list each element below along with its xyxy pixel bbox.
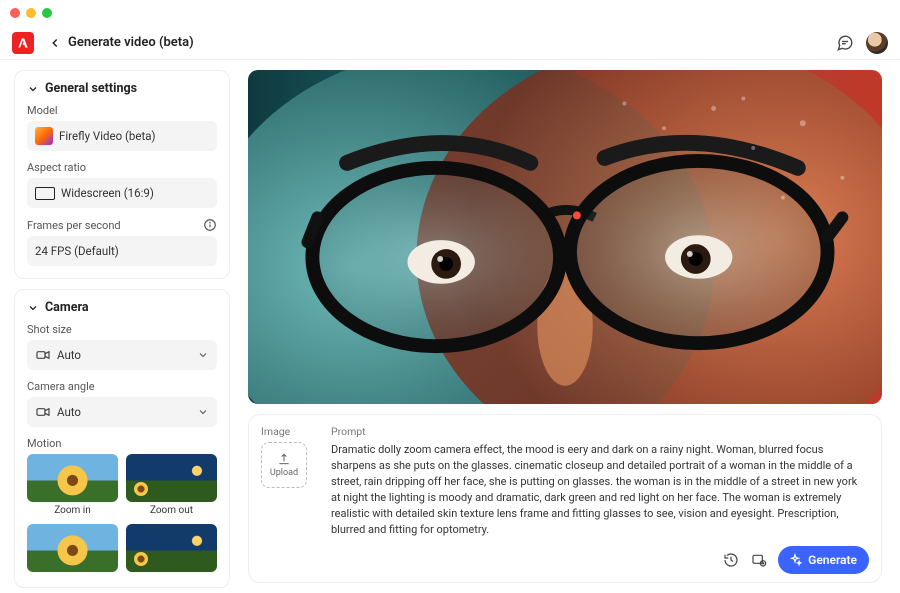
chevron-down-icon [27, 83, 39, 95]
fps-select[interactable]: 24 FPS (Default) [27, 236, 217, 266]
video-preview[interactable] [248, 70, 882, 404]
chevron-down-icon [27, 302, 39, 314]
camera-toggle[interactable]: Camera [27, 300, 217, 315]
general-settings-panel: General settings Model Firefly Video (be… [14, 70, 230, 279]
motion-thumbnail [27, 454, 118, 502]
user-avatar[interactable] [866, 32, 888, 54]
motion-caption: Zoom in [27, 505, 118, 516]
aspect-ratio-value: Widescreen (16:9) [61, 186, 154, 200]
camera-heading: Camera [45, 300, 89, 315]
main-area: Image Upload Prompt Dramatic dolly zoom … [230, 60, 900, 593]
motion-caption: Zoom out [126, 505, 217, 516]
motion-label: Motion [27, 437, 217, 450]
camera-angle-select[interactable]: Auto [27, 397, 217, 427]
prompt-text[interactable]: Dramatic dolly zoom camera effect, the m… [331, 442, 869, 538]
settings-sidebar: General settings Model Firefly Video (be… [0, 60, 230, 593]
camera-angle-value: Auto [57, 405, 81, 419]
minimize-window-dot[interactable] [26, 8, 36, 18]
motion-option-zoom-out[interactable]: Zoom out [126, 454, 217, 516]
aspect-ratio-select[interactable]: Widescreen (16:9) [27, 178, 217, 208]
motion-thumbnail [27, 524, 118, 572]
page-title: Generate video (beta) [68, 35, 194, 50]
close-window-dot[interactable] [10, 8, 20, 18]
maximize-window-dot[interactable] [42, 8, 52, 18]
model-value: Firefly Video (beta) [59, 129, 156, 143]
camera-angle-label: Camera angle [27, 380, 217, 393]
aspect-ratio-label: Aspect ratio [27, 161, 217, 174]
shot-size-label: Shot size [27, 323, 217, 336]
generate-label: Generate [808, 553, 857, 567]
shot-size-value: Auto [57, 348, 81, 362]
general-settings-heading: General settings [45, 81, 137, 96]
motion-option-4[interactable] [126, 524, 217, 575]
media-settings-icon[interactable] [750, 551, 768, 569]
upload-icon [277, 452, 291, 466]
upload-label: Upload [270, 468, 298, 478]
chevron-down-icon [197, 349, 209, 361]
motion-option-zoom-in[interactable]: Zoom in [27, 454, 118, 516]
fps-value: 24 FPS (Default) [35, 244, 119, 258]
camera-icon [35, 347, 51, 363]
camera-panel: Camera Shot size Auto Camera angle Auto … [14, 289, 230, 588]
motion-thumbnail [126, 454, 217, 502]
general-settings-toggle[interactable]: General settings [27, 81, 217, 96]
window-titlebar [0, 0, 900, 26]
chevron-down-icon [197, 406, 209, 418]
feedback-icon[interactable] [834, 32, 856, 54]
model-select[interactable]: Firefly Video (beta) [27, 121, 217, 151]
top-bar: Generate video (beta) [0, 26, 900, 60]
image-label: Image [261, 425, 317, 438]
aspect-ratio-icon [35, 187, 55, 200]
generate-button[interactable]: Generate [778, 546, 869, 574]
fps-label: Frames per second [27, 219, 121, 232]
prompt-label: Prompt [331, 425, 869, 438]
shot-size-select[interactable]: Auto [27, 340, 217, 370]
sparkle-icon [788, 553, 802, 567]
motion-grid: Zoom in Zoom out [27, 454, 217, 575]
motion-option-3[interactable] [27, 524, 118, 575]
model-thumbnail-icon [35, 127, 53, 145]
back-button[interactable] [46, 36, 64, 50]
motion-thumbnail [126, 524, 217, 572]
adobe-logo-icon [12, 32, 34, 54]
prompt-card: Image Upload Prompt Dramatic dolly zoom … [248, 414, 882, 583]
prompt-actions: Generate [261, 546, 869, 574]
info-icon[interactable] [203, 218, 217, 232]
history-icon[interactable] [722, 551, 740, 569]
camera-icon [35, 404, 51, 420]
model-label: Model [27, 104, 217, 117]
upload-image-button[interactable]: Upload [261, 442, 307, 488]
